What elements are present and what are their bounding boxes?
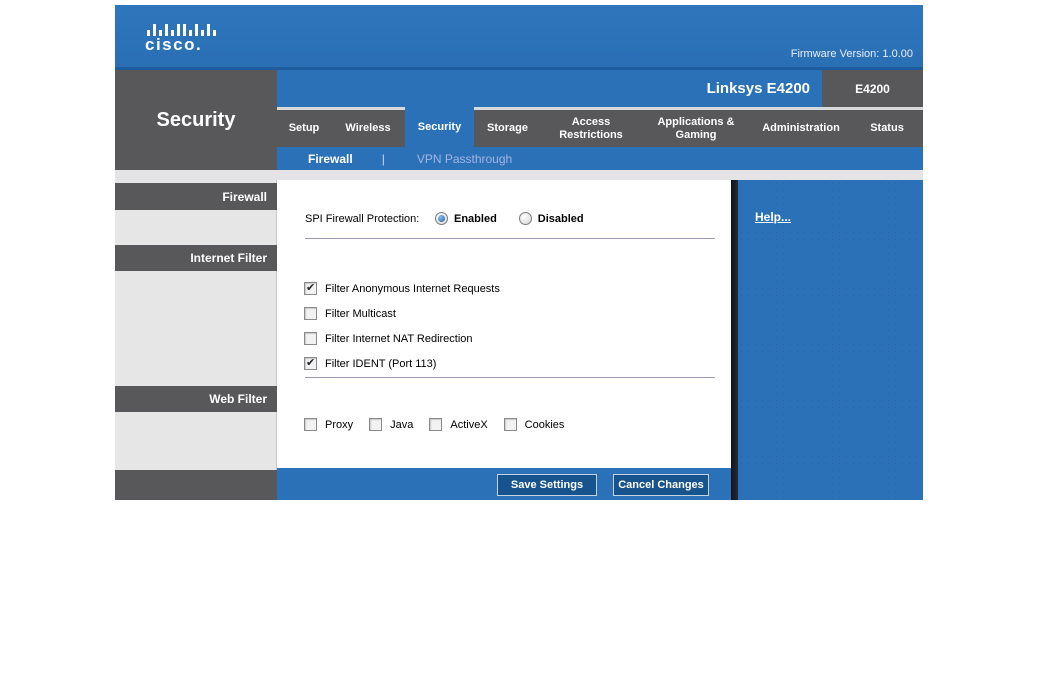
cisco-logo: cisco. xyxy=(145,14,216,54)
main-nav: Setup Wireless Security Storage Access R… xyxy=(277,110,923,147)
cookies-label: Cookies xyxy=(525,419,565,431)
filter-ident-checkbox[interactable] xyxy=(304,357,317,370)
model-banner: Linksys E4200 xyxy=(277,70,822,107)
cookies-checkbox[interactable] xyxy=(504,418,517,431)
page-title-panel: Security xyxy=(115,70,277,170)
content-area: SPI Firewall Protection: Enabled Disable… xyxy=(277,180,731,468)
tab-access-restrictions[interactable]: Access Restrictions xyxy=(541,110,641,147)
subnav-separator: | xyxy=(382,152,385,166)
spi-disabled-radio[interactable] xyxy=(519,212,532,225)
action-footer: Save Settings Cancel Changes xyxy=(277,468,731,500)
page: cisco. Firmware Version: 1.0.00 Security… xyxy=(0,0,1040,690)
cisco-logo-text: cisco. xyxy=(145,36,216,54)
sub-nav: Firewall | VPN Passthrough xyxy=(277,147,923,170)
page-title: Security xyxy=(157,109,236,132)
web-filter-activex: ActiveX xyxy=(429,418,487,431)
java-checkbox[interactable] xyxy=(369,418,382,431)
tab-setup[interactable]: Setup xyxy=(277,110,331,147)
internet-filter-list: Filter Anonymous Internet Requests Filte… xyxy=(304,276,500,376)
help-link[interactable]: Help... xyxy=(755,210,791,224)
subnav-firewall[interactable]: Firewall xyxy=(308,152,353,166)
cisco-logo-icon xyxy=(147,14,216,36)
divider-line xyxy=(305,238,715,239)
header-content-gap xyxy=(115,170,923,180)
activex-checkbox[interactable] xyxy=(429,418,442,431)
save-settings-button[interactable]: Save Settings xyxy=(497,474,597,496)
filter-nat-redirection-row: Filter Internet NAT Redirection xyxy=(304,326,500,351)
spi-firewall-row: SPI Firewall Protection: Enabled Disable… xyxy=(305,212,606,225)
sidebar: Firewall Internet Filter Web Filter xyxy=(115,180,277,500)
tab-status[interactable]: Status xyxy=(851,110,923,147)
java-label: Java xyxy=(390,419,413,431)
filter-multicast-row: Filter Multicast xyxy=(304,301,500,326)
tab-applications-gaming[interactable]: Applications & Gaming xyxy=(641,110,751,147)
filter-ident-label: Filter IDENT (Port 113) xyxy=(325,358,436,370)
proxy-checkbox[interactable] xyxy=(304,418,317,431)
filter-anonymous-label: Filter Anonymous Internet Requests xyxy=(325,283,500,295)
filter-multicast-checkbox[interactable] xyxy=(304,307,317,320)
filter-nat-redirection-checkbox[interactable] xyxy=(304,332,317,345)
web-filter-cookies: Cookies xyxy=(504,418,565,431)
divider-line xyxy=(305,377,715,378)
filter-anonymous-row: Filter Anonymous Internet Requests xyxy=(304,276,500,301)
top-header: cisco. Firmware Version: 1.0.00 xyxy=(115,5,923,70)
tab-wireless[interactable]: Wireless xyxy=(331,110,405,147)
web-filter-proxy: Proxy xyxy=(304,418,353,431)
tab-storage[interactable]: Storage xyxy=(474,110,541,147)
tab-administration[interactable]: Administration xyxy=(751,110,851,147)
cancel-changes-button[interactable]: Cancel Changes xyxy=(613,474,709,496)
help-panel: Help... xyxy=(738,180,923,500)
model-banner-row: Linksys E4200 E4200 xyxy=(277,70,923,107)
firmware-version: Firmware Version: 1.0.00 xyxy=(791,48,913,60)
filter-nat-redirection-label: Filter Internet NAT Redirection xyxy=(325,333,473,345)
subnav-vpn-passthrough[interactable]: VPN Passthrough xyxy=(417,152,512,166)
content-help-divider xyxy=(731,180,738,500)
router-admin-app: cisco. Firmware Version: 1.0.00 Security… xyxy=(115,5,923,500)
sidebar-section-internet-filter: Internet Filter xyxy=(115,245,277,271)
model-tab: E4200 xyxy=(822,70,923,107)
proxy-label: Proxy xyxy=(325,419,353,431)
sidebar-section-firewall: Firewall xyxy=(115,183,277,210)
filter-multicast-label: Filter Multicast xyxy=(325,308,396,320)
spi-firewall-label: SPI Firewall Protection: xyxy=(305,213,435,225)
spi-enabled-radio[interactable] xyxy=(435,212,448,225)
sidebar-bottom-bar xyxy=(115,470,277,500)
web-filter-row: Proxy Java ActiveX Cookies xyxy=(304,418,580,431)
sidebar-section-web-filter: Web Filter xyxy=(115,386,277,412)
activex-label: ActiveX xyxy=(450,419,487,431)
tab-security[interactable]: Security xyxy=(405,107,474,147)
spi-disabled-label: Disabled xyxy=(538,213,584,225)
filter-ident-row: Filter IDENT (Port 113) xyxy=(304,351,500,376)
web-filter-java: Java xyxy=(369,418,413,431)
filter-anonymous-checkbox[interactable] xyxy=(304,282,317,295)
spi-enabled-label: Enabled xyxy=(454,213,497,225)
